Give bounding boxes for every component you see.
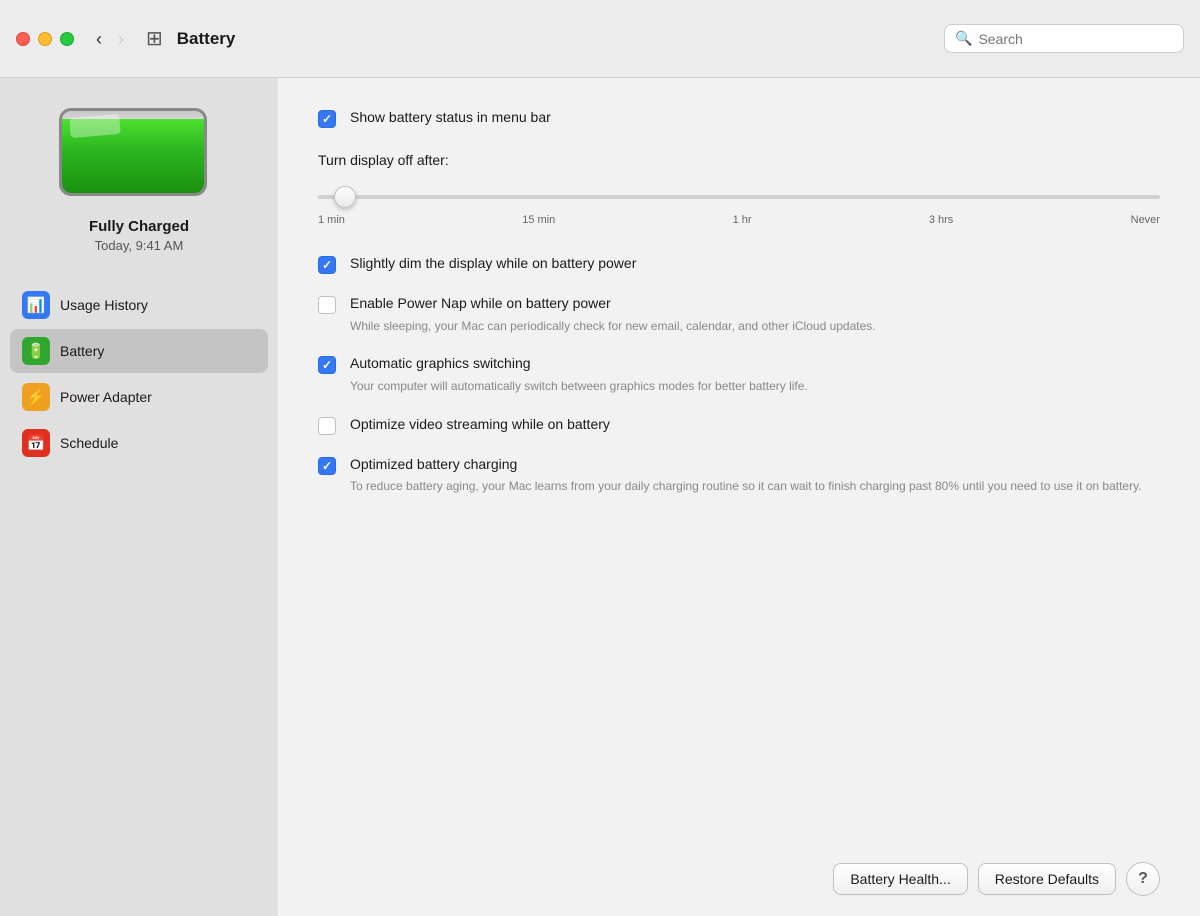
dim-display-checkbox[interactable] — [318, 256, 336, 274]
optimized-charging-checkbox[interactable] — [318, 457, 336, 475]
battery-icon-large — [59, 108, 219, 198]
main-layout: Fully Charged Today, 9:41 AM 📊 Usage His… — [0, 78, 1200, 916]
auto-graphics-description: Your computer will automatically switch … — [350, 378, 1160, 395]
sidebar-item-battery[interactable]: 🔋 Battery — [10, 329, 268, 373]
sidebar-nav: 📊 Usage History 🔋 Battery ⚡ Power Adapte… — [0, 283, 278, 467]
search-icon: 🔍 — [955, 30, 972, 47]
titlebar: ‹ › ⊞ Battery 🔍 — [0, 0, 1200, 78]
slider-label: Turn display off after: — [318, 152, 1160, 168]
usage-history-icon: 📊 — [22, 291, 50, 319]
sidebar: Fully Charged Today, 9:41 AM 📊 Usage His… — [0, 78, 278, 916]
turn-display-off-section: Turn display off after: 1 min 15 min 1 h… — [318, 152, 1160, 226]
dim-display-row: Slightly dim the display while on batter… — [318, 254, 1160, 274]
slider-label-1hr: 1 hr — [733, 214, 752, 226]
forward-button[interactable]: › — [112, 28, 130, 50]
battery-time-label: Today, 9:41 AM — [89, 238, 189, 253]
sidebar-item-label: Schedule — [60, 435, 118, 451]
sidebar-item-schedule[interactable]: 📅 Schedule — [10, 421, 268, 465]
minimize-button[interactable] — [38, 32, 52, 46]
schedule-icon: 📅 — [22, 429, 50, 457]
sidebar-item-usage-history[interactable]: 📊 Usage History — [10, 283, 268, 327]
auto-graphics-row: Automatic graphics switching Your comput… — [318, 354, 1160, 394]
optimize-video-row: Optimize video streaming while on batter… — [318, 415, 1160, 435]
page-title: Battery — [177, 29, 944, 49]
dim-display-label: Slightly dim the display while on batter… — [350, 255, 636, 271]
optimized-charging-label: Optimized battery charging — [350, 456, 517, 472]
grid-icon[interactable]: ⊞ — [146, 26, 163, 51]
battery-status-label: Fully Charged — [89, 218, 189, 235]
sidebar-item-label: Power Adapter — [60, 389, 152, 405]
back-button[interactable]: ‹ — [90, 28, 108, 50]
power-nap-checkbox[interactable] — [318, 296, 336, 314]
auto-graphics-label: Automatic graphics switching — [350, 355, 531, 371]
slider-label-3hrs: 3 hrs — [929, 214, 953, 226]
sidebar-item-power-adapter[interactable]: ⚡ Power Adapter — [10, 375, 268, 419]
search-input[interactable] — [978, 31, 1173, 47]
power-nap-row: Enable Power Nap while on battery power … — [318, 294, 1160, 334]
auto-graphics-checkbox[interactable] — [318, 356, 336, 374]
zoom-button[interactable] — [60, 32, 74, 46]
show-battery-status-checkbox[interactable] — [318, 110, 336, 128]
show-battery-status-checkbox-wrapper[interactable] — [318, 110, 336, 128]
battery-icon: 🔋 — [22, 337, 50, 365]
display-off-slider[interactable] — [318, 195, 1160, 199]
slider-labels: 1 min 15 min 1 hr 3 hrs Never — [318, 214, 1160, 226]
battery-status: Fully Charged Today, 9:41 AM — [89, 218, 189, 253]
show-battery-status-row: Show battery status in menu bar — [318, 108, 1160, 128]
slider-label-15min: 15 min — [522, 214, 555, 226]
close-button[interactable] — [16, 32, 30, 46]
sidebar-item-label: Usage History — [60, 297, 148, 313]
show-battery-status-content: Show battery status in menu bar — [350, 108, 1160, 128]
slider-label-1min: 1 min — [318, 214, 345, 226]
help-button[interactable]: ? — [1126, 862, 1160, 896]
nav-buttons: ‹ › — [90, 28, 130, 50]
optimize-video-label: Optimize video streaming while on batter… — [350, 416, 610, 432]
power-nap-label: Enable Power Nap while on battery power — [350, 295, 611, 311]
sidebar-item-label: Battery — [60, 343, 104, 359]
battery-body — [59, 108, 207, 196]
optimize-video-checkbox[interactable] — [318, 417, 336, 435]
content-area: Show battery status in menu bar Turn dis… — [278, 78, 1200, 846]
search-box[interactable]: 🔍 — [944, 24, 1184, 53]
optimized-charging-row: Optimized battery charging To reduce bat… — [318, 455, 1160, 495]
power-nap-description: While sleeping, your Mac can periodicall… — [350, 318, 1160, 335]
optimized-charging-description: To reduce battery aging, your Mac learns… — [350, 478, 1160, 495]
slider-label-never: Never — [1131, 214, 1160, 226]
show-battery-status-label: Show battery status in menu bar — [350, 109, 551, 125]
battery-tip — [206, 138, 207, 166]
battery-health-button[interactable]: Battery Health... — [833, 863, 967, 895]
power-adapter-icon: ⚡ — [22, 383, 50, 411]
traffic-lights — [16, 32, 74, 46]
bottom-bar: Battery Health... Restore Defaults ? — [278, 846, 1200, 916]
restore-defaults-button[interactable]: Restore Defaults — [978, 863, 1116, 895]
